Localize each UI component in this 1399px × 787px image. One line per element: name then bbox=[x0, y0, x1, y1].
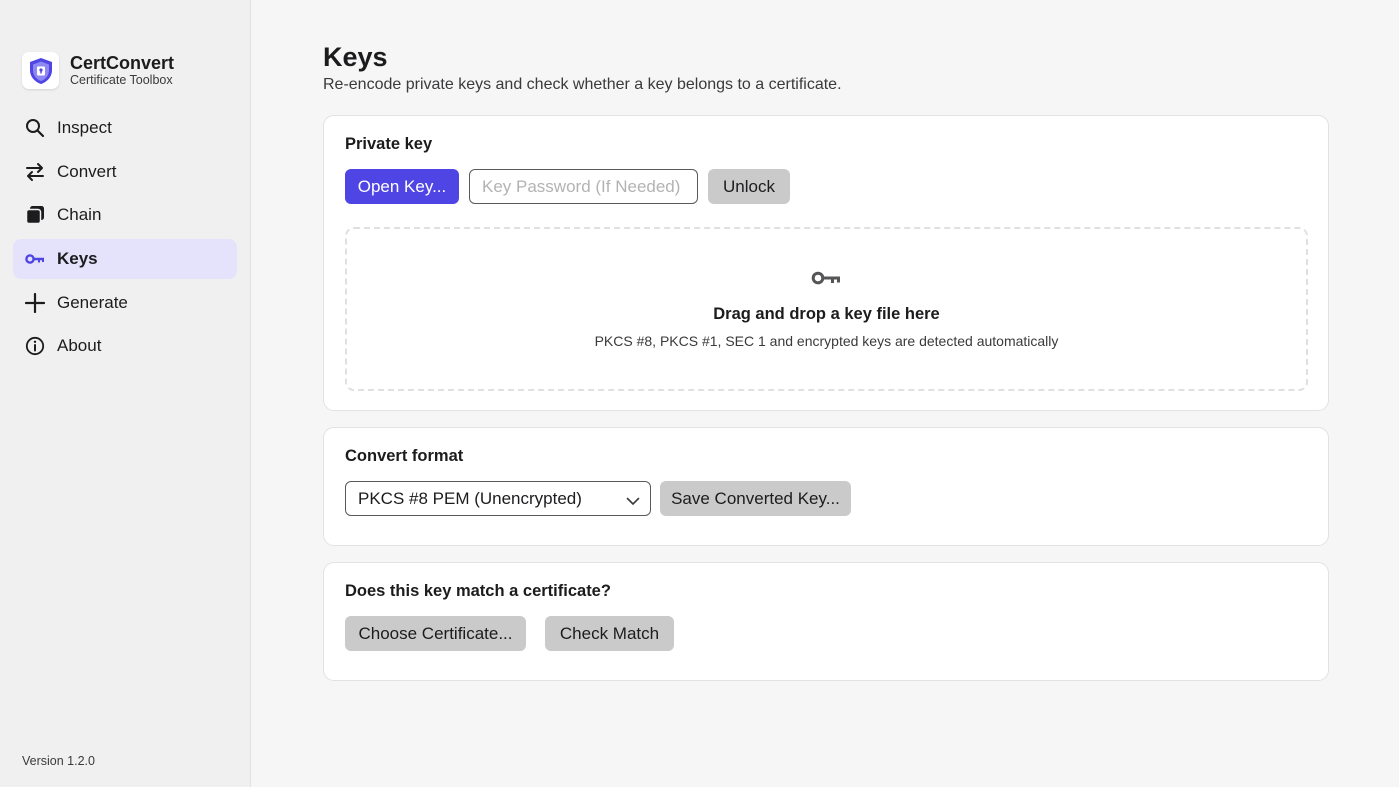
sidebar-item-label: Chain bbox=[57, 205, 102, 225]
key-icon bbox=[811, 270, 841, 291]
sidebar-item-convert[interactable]: Convert bbox=[13, 152, 237, 192]
app-subtitle: Certificate Toolbox bbox=[70, 73, 173, 87]
match-card: Does this key match a certificate? Choos… bbox=[323, 562, 1329, 681]
save-converted-key-button[interactable]: Save Converted Key... bbox=[660, 481, 851, 516]
dropzone-hint: PKCS #8, PKCS #1, SEC 1 and encrypted ke… bbox=[594, 333, 1059, 349]
brand: CertConvert Certificate Toolbox bbox=[22, 52, 174, 89]
sidebar-item-label: Convert bbox=[57, 161, 117, 181]
sidebar-item-inspect[interactable]: Inspect bbox=[13, 108, 237, 148]
key-icon bbox=[25, 249, 45, 269]
page-subtitle: Re-encode private keys and check whether… bbox=[323, 76, 842, 93]
app-logo bbox=[22, 52, 59, 89]
page-title: Keys bbox=[323, 42, 388, 72]
sidebar-item-label: Generate bbox=[57, 292, 128, 312]
convert-format-card: Convert format PKCS #8 PEM (Unencrypted)… bbox=[323, 427, 1329, 546]
sidebar-item-about[interactable]: About bbox=[13, 326, 237, 366]
key-password-input[interactable] bbox=[469, 169, 698, 204]
sidebar-item-label: Inspect bbox=[57, 118, 112, 137]
choose-certificate-button[interactable]: Choose Certificate... bbox=[345, 616, 526, 651]
plus-icon bbox=[25, 292, 45, 313]
convert-format-title: Convert format bbox=[345, 447, 464, 465]
sidebar: CertConvert Certificate Toolbox Inspect … bbox=[0, 0, 251, 787]
info-icon bbox=[25, 336, 45, 356]
dropzone-title: Drag and drop a key file here bbox=[713, 305, 940, 323]
sidebar-item-generate[interactable]: Generate bbox=[13, 283, 237, 323]
key-dropzone[interactable]: Drag and drop a key file here PKCS #8, P… bbox=[345, 227, 1308, 391]
stack-icon bbox=[25, 205, 45, 225]
match-title: Does this key match a certificate? bbox=[345, 582, 611, 600]
format-select-value: PKCS #8 PEM (Unencrypted) bbox=[358, 488, 582, 508]
chevron-down-icon bbox=[626, 493, 640, 511]
open-key-button[interactable]: Open Key... bbox=[345, 169, 459, 204]
shield-icon bbox=[29, 57, 52, 84]
swap-arrows-icon bbox=[25, 162, 45, 182]
private-key-title: Private key bbox=[345, 135, 433, 153]
private-key-card: Private key Open Key... Unlock Drag and … bbox=[323, 115, 1329, 411]
app-name: CertConvert bbox=[70, 53, 175, 73]
sidebar-item-keys[interactable]: Keys bbox=[13, 239, 237, 280]
check-match-button[interactable]: Check Match bbox=[545, 616, 674, 651]
sidebar-item-label: About bbox=[57, 336, 102, 356]
format-select[interactable]: PKCS #8 PEM (Unencrypted) bbox=[345, 481, 651, 516]
search-icon bbox=[25, 118, 45, 138]
sidebar-item-chain[interactable]: Chain bbox=[13, 195, 237, 235]
sidebar-item-label: Keys bbox=[57, 249, 98, 269]
unlock-button[interactable]: Unlock bbox=[708, 169, 790, 204]
version-label: Version 1.2.0 bbox=[22, 754, 95, 768]
sidebar-nav: Inspect Convert Chain Keys Generate Abou… bbox=[13, 108, 237, 370]
